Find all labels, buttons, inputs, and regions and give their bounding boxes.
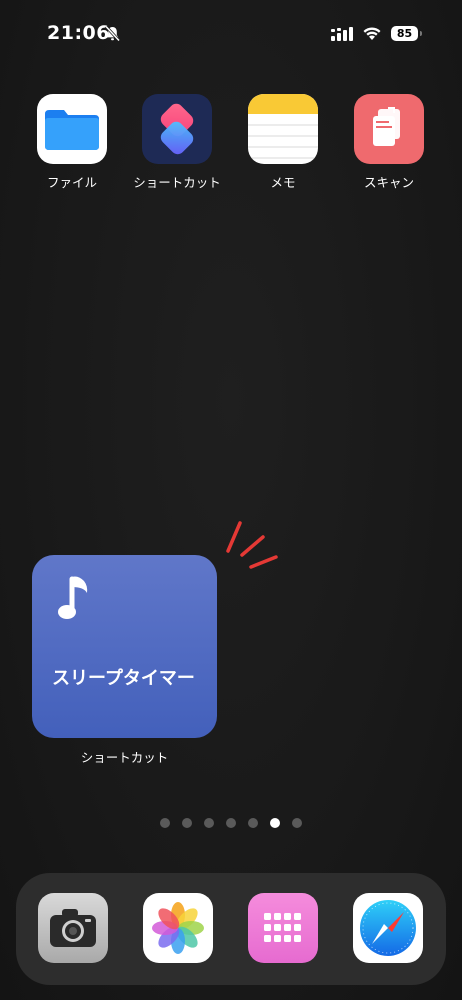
page-dot[interactable] xyxy=(226,818,236,828)
photos-icon[interactable] xyxy=(143,893,213,963)
status-time: 21:06 xyxy=(47,22,110,44)
annotation-burst xyxy=(226,521,278,569)
page-dot[interactable] xyxy=(292,818,302,828)
page-dot[interactable] xyxy=(182,818,192,828)
music-note-icon xyxy=(58,576,88,619)
battery-cap xyxy=(420,31,422,36)
shortcuts-icon xyxy=(142,94,212,164)
app-label: ファイル xyxy=(46,175,97,190)
page-dot[interactable] xyxy=(248,818,258,828)
sleep-timer-widget[interactable]: スリープタイマー xyxy=(32,555,217,738)
page-dot-active[interactable] xyxy=(270,818,280,828)
folder-icon xyxy=(37,94,107,164)
safari-icon[interactable] xyxy=(353,893,423,963)
battery-icon: 85 xyxy=(391,26,418,41)
page-dot[interactable] xyxy=(160,818,170,828)
camera-icon[interactable] xyxy=(38,893,108,963)
cellular-signal-icon xyxy=(331,27,353,41)
notes-icon xyxy=(248,94,318,164)
app-label: メモ xyxy=(270,175,296,190)
page-indicator[interactable] xyxy=(0,818,462,828)
app-shortcuts[interactable]: ショートカット xyxy=(132,94,222,191)
app-grid-icon[interactable] xyxy=(248,893,318,963)
dock xyxy=(16,873,446,985)
widget-title: スリープタイマー xyxy=(52,668,195,689)
scan-documents-icon xyxy=(354,94,424,164)
app-notes[interactable]: メモ xyxy=(238,94,328,191)
page-dot[interactable] xyxy=(204,818,214,828)
widget-label: ショートカット xyxy=(80,750,169,765)
app-files[interactable]: ファイル xyxy=(27,94,117,191)
wifi-icon xyxy=(363,27,381,40)
status-bar: 21:06 85 xyxy=(0,0,462,70)
app-label: ショートカット xyxy=(133,175,221,190)
bell-slash-icon xyxy=(104,25,121,42)
app-label: スキャン xyxy=(363,175,414,190)
app-scan[interactable]: スキャン xyxy=(344,94,434,191)
